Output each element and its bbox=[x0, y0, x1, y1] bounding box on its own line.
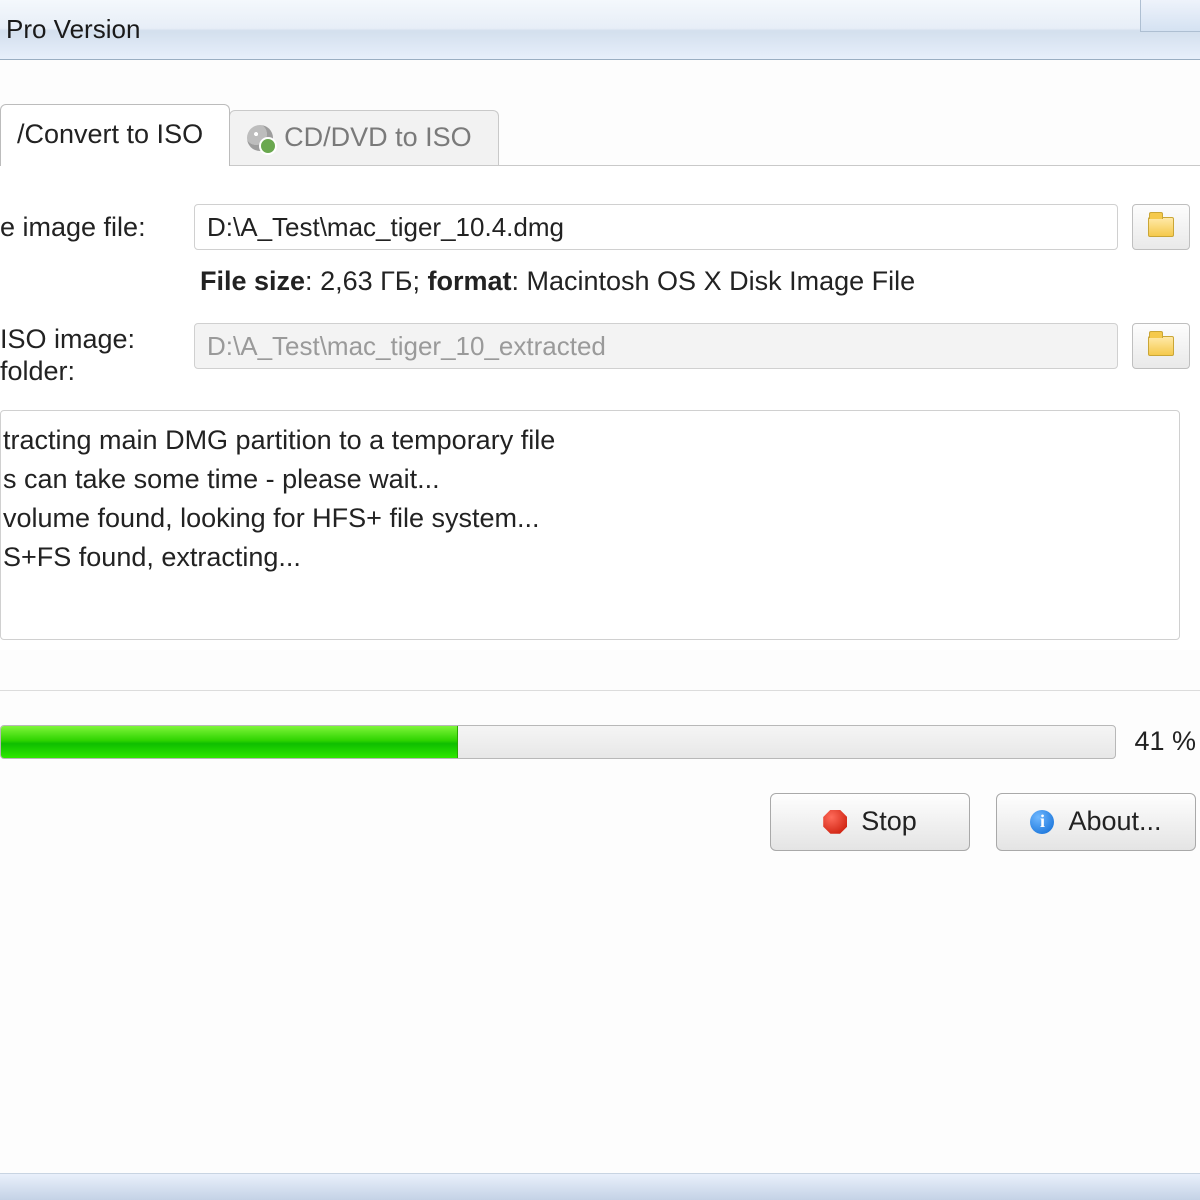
window-controls bbox=[1140, 0, 1200, 32]
dest-label-top: ISO image: bbox=[0, 324, 135, 354]
tab-convert-label: /Convert to ISO bbox=[17, 119, 203, 150]
file-info: File size: 2,63 ГБ; format: Macintosh OS… bbox=[0, 256, 1190, 317]
filesize-value: 2,63 ГБ bbox=[320, 266, 412, 296]
bottom-bar: 41 % Stop i About... bbox=[0, 690, 1200, 851]
stop-icon bbox=[823, 810, 847, 834]
window-title: Pro Version bbox=[6, 14, 140, 45]
dest-label: ISO image: folder: bbox=[0, 323, 180, 388]
source-file-row: e image file: D:\A_Test\mac_tiger_10.4.d… bbox=[0, 198, 1190, 256]
about-button[interactable]: i About... bbox=[996, 793, 1196, 851]
source-file-value: D:\A_Test\mac_tiger_10.4.dmg bbox=[207, 212, 564, 243]
app-window: Pro Version /Convert to ISO CD/DVD to IS… bbox=[0, 0, 1200, 1200]
tab-strip: /Convert to ISO CD/DVD to ISO bbox=[0, 104, 1200, 166]
source-file-label: e image file: bbox=[0, 212, 180, 243]
progress-row: 41 % bbox=[0, 725, 1200, 759]
folder-icon bbox=[1148, 336, 1174, 356]
log-line: s can take some time - please wait... bbox=[3, 460, 1167, 499]
log-line: tracting main DMG partition to a tempora… bbox=[3, 421, 1167, 460]
tab-cddvd-label: CD/DVD to ISO bbox=[284, 122, 472, 153]
minimize-button[interactable] bbox=[1140, 0, 1200, 32]
tab-panel: e image file: D:\A_Test\mac_tiger_10.4.d… bbox=[0, 165, 1200, 650]
log-line: S+FS found, extracting... bbox=[3, 538, 1167, 577]
dest-label-bottom: folder: bbox=[0, 356, 75, 386]
log-output: tracting main DMG partition to a tempora… bbox=[0, 410, 1180, 640]
log-line: volume found, looking for HFS+ file syst… bbox=[3, 499, 1167, 538]
tab-cd-dvd-to-iso[interactable]: CD/DVD to ISO bbox=[229, 110, 499, 166]
disc-icon bbox=[246, 124, 274, 152]
dest-browse-button[interactable] bbox=[1132, 323, 1190, 369]
source-browse-button[interactable] bbox=[1132, 204, 1190, 250]
format-value: Macintosh OS X Disk Image File bbox=[527, 266, 916, 296]
info-icon: i bbox=[1030, 810, 1054, 834]
progress-percent: 41 % bbox=[1134, 726, 1196, 757]
dest-row: ISO image: folder: D:\A_Test\mac_tiger_1… bbox=[0, 317, 1190, 394]
dest-folder-value: D:\A_Test\mac_tiger_10_extracted bbox=[207, 331, 606, 362]
dest-folder-input[interactable]: D:\A_Test\mac_tiger_10_extracted bbox=[194, 323, 1118, 369]
filesize-label: File size bbox=[200, 266, 305, 296]
folder-icon bbox=[1148, 217, 1174, 237]
titlebar[interactable]: Pro Version bbox=[0, 0, 1200, 60]
tab-convert-to-iso[interactable]: /Convert to ISO bbox=[0, 104, 230, 166]
button-row: Stop i About... bbox=[0, 793, 1200, 851]
progress-fill bbox=[1, 726, 458, 758]
progress-bar bbox=[0, 725, 1116, 759]
about-label: About... bbox=[1068, 806, 1161, 837]
client-area: /Convert to ISO CD/DVD to ISO e image fi… bbox=[0, 60, 1200, 851]
source-file-input[interactable]: D:\A_Test\mac_tiger_10.4.dmg bbox=[194, 204, 1118, 250]
stop-label: Stop bbox=[861, 806, 917, 837]
stop-button[interactable]: Stop bbox=[770, 793, 970, 851]
format-label: format bbox=[427, 266, 511, 296]
